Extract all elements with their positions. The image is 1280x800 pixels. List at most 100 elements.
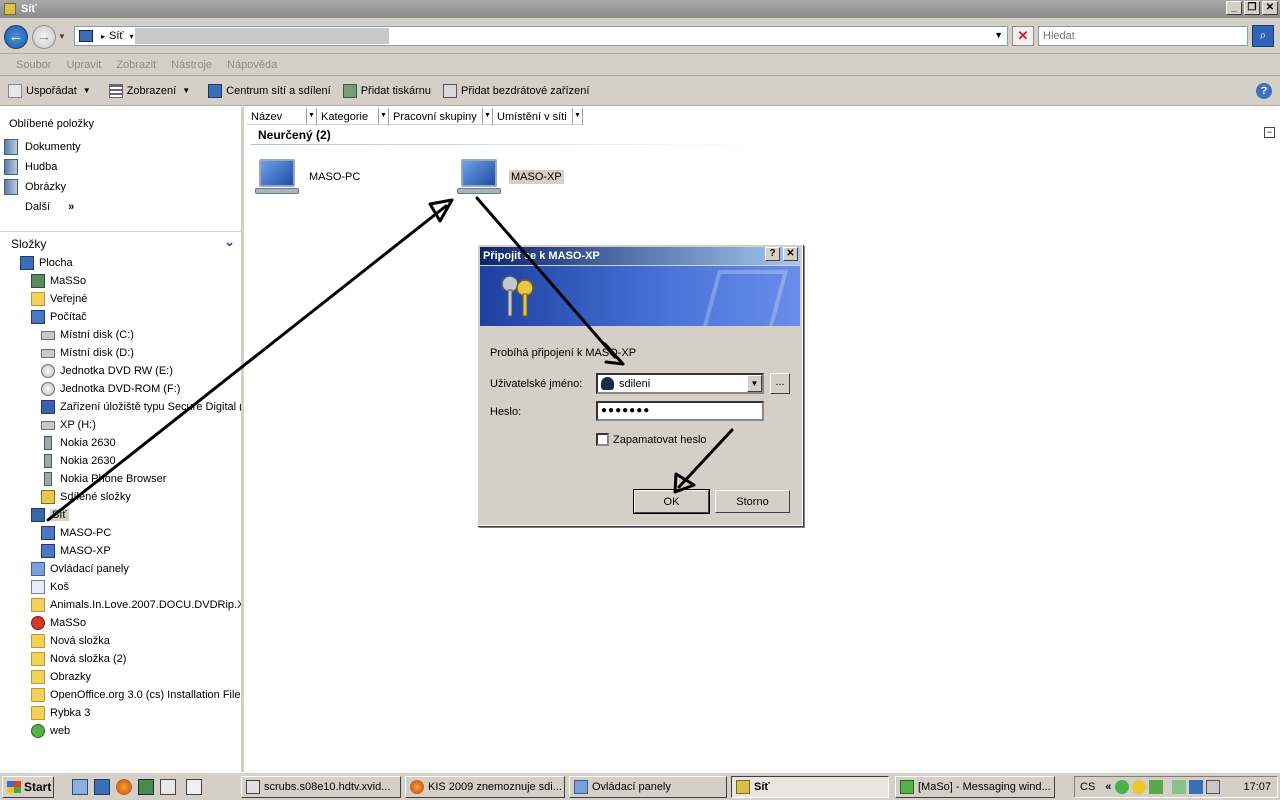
username-combobox[interactable]: sdileni ▼ — [596, 373, 764, 394]
start-button[interactable]: Start — [2, 776, 54, 798]
organize-button[interactable]: Uspořádat ▼ — [8, 83, 91, 98]
quicklaunch-desktop-icon[interactable] — [94, 779, 110, 795]
add-wireless-button[interactable]: Přidat bezdrátové zařízení — [443, 83, 589, 98]
ok-button[interactable]: OK — [633, 489, 710, 514]
tree-item-drive-h[interactable]: XP (H:) — [41, 416, 96, 434]
tree-item-maso-xp[interactable]: MASO-XP — [41, 542, 111, 560]
tree-item-openoffice[interactable]: OpenOffice.org 3.0 (cs) Installation Fil… — [31, 686, 241, 704]
quicklaunch-explorer-icon[interactable] — [72, 779, 88, 795]
language-indicator[interactable]: CS — [1080, 781, 1095, 793]
views-button[interactable]: Zobrazení ▼ — [108, 83, 190, 98]
device-icon[interactable] — [1172, 780, 1187, 794]
dialog-close-button[interactable]: ✕ — [783, 247, 798, 261]
favorite-pictures[interactable]: Obrázky — [4, 179, 66, 195]
chevron-down-icon[interactable]: ▼ — [572, 108, 582, 124]
stop-refresh-button[interactable]: ✕ — [1012, 26, 1034, 46]
tree-item-new-folder[interactable]: Nová složka — [31, 632, 110, 650]
forward-button[interactable]: → — [32, 25, 56, 49]
breadcrumb-separator-icon[interactable]: ▸ — [101, 32, 105, 41]
group-header[interactable]: Neurčený (2) — [258, 128, 331, 142]
menu-file[interactable]: Soubor — [16, 59, 51, 71]
tree-item-computer[interactable]: Počítač — [31, 308, 87, 326]
volume-icon[interactable] — [1206, 780, 1221, 794]
add-printer-button[interactable]: Přidat tiskárnu — [342, 83, 431, 98]
tree-item-rybka[interactable]: Rybka 3 — [31, 704, 90, 722]
chevron-down-icon[interactable]: ▼ — [747, 375, 762, 392]
quicklaunch-more-icon[interactable] — [186, 779, 202, 795]
close-button[interactable]: ✕ — [1262, 1, 1278, 15]
tree-item-control-panel[interactable]: Ovládací panely — [31, 560, 129, 578]
network-center-button[interactable]: Centrum sítí a sdílení — [208, 83, 331, 98]
search-icon[interactable]: ⌕ — [1252, 25, 1274, 47]
computer-item-maso-xp[interactable]: MASO-XP — [457, 157, 564, 197]
tree-item-network[interactable]: Síť — [31, 506, 69, 524]
address-field[interactable]: ▸ Síť ▾ ▼ — [74, 26, 1008, 46]
quicklaunch-app-icon[interactable] — [138, 779, 154, 795]
tray-expand-icon[interactable]: « — [1105, 781, 1111, 793]
icq-icon[interactable] — [1115, 780, 1130, 794]
tree-item-dvdrom[interactable]: Jednotka DVD-ROM (F:) — [41, 380, 180, 398]
task-firefox[interactable]: KIS 2009 znemoznuje sdi... — [405, 776, 565, 798]
folders-header[interactable]: Složky ⌄ — [0, 231, 241, 253]
search-input[interactable] — [1038, 26, 1248, 46]
network-status-icon[interactable] — [1189, 780, 1204, 794]
tree-item-drive-c[interactable]: Místní disk (C:) — [41, 326, 134, 344]
chevron-down-icon[interactable]: ▼ — [378, 108, 388, 124]
tree-item-phone-1[interactable]: Nokia 2630 — [41, 434, 116, 452]
messenger-icon[interactable] — [1132, 780, 1147, 794]
breadcrumb-network[interactable]: Síť — [109, 30, 124, 42]
quicklaunch-firefox-icon[interactable] — [116, 779, 132, 795]
minimize-button[interactable]: _ — [1226, 1, 1242, 15]
favorites-more-link[interactable]: Další » — [25, 201, 74, 213]
favorite-music[interactable]: Hudba — [4, 159, 57, 175]
favorite-documents[interactable]: Dokumenty — [4, 139, 81, 155]
history-dropdown-icon[interactable]: ▼ — [58, 32, 66, 41]
tree-item-obrazky[interactable]: Obrazky — [31, 668, 91, 686]
password-field[interactable]: ●●●●●●● — [596, 401, 764, 421]
chevron-down-icon[interactable]: ▼ — [482, 108, 492, 124]
remember-password-row[interactable]: Zapamatovat heslo — [596, 433, 707, 446]
tree-item-drive-d[interactable]: Místní disk (D:) — [41, 344, 134, 362]
maximize-button[interactable]: ❐ — [1244, 1, 1260, 15]
task-messaging[interactable]: [MaSo] - Messaging wind... — [895, 776, 1055, 798]
column-category[interactable]: Kategorie ▼ — [317, 108, 389, 125]
help-icon[interactable]: ? — [1256, 83, 1272, 99]
column-workgroup[interactable]: Pracovní skupiny ▼ — [389, 108, 493, 125]
column-location[interactable]: Umístění v síti ▼ — [493, 108, 583, 125]
tree-item-recycle-bin[interactable]: Koš — [31, 578, 69, 596]
task-scrubs[interactable]: scrubs.s08e10.hdtv.xvid... — [241, 776, 401, 798]
computer-item-maso-pc[interactable]: MASO-PC — [255, 157, 362, 197]
tree-item-public[interactable]: Veřejné — [31, 290, 87, 308]
menu-tools[interactable]: Nástroje — [171, 59, 212, 71]
tree-item-masso[interactable]: MaSSo — [31, 614, 86, 632]
tree-item-phone-browser[interactable]: Nokia Phone Browser — [41, 470, 166, 488]
antivirus-icon[interactable] — [1149, 780, 1164, 794]
task-control-panel[interactable]: Ovládací panely — [569, 776, 727, 798]
clock[interactable]: 17:07 — [1243, 781, 1271, 793]
breadcrumb-dropdown-icon[interactable]: ▾ — [130, 32, 134, 41]
collapse-icon[interactable]: − — [1264, 127, 1275, 138]
menu-view[interactable]: Zobrazit — [116, 59, 156, 71]
tree-item-phone-2[interactable]: Nokia 2630 — [41, 452, 116, 470]
tree-item-animals[interactable]: Animals.In.Love.2007.DOCU.DVDRip.XviD — [31, 596, 241, 614]
menu-help[interactable]: Nápověda — [227, 59, 277, 71]
tree-item-maso-pc[interactable]: MASO-PC — [41, 524, 111, 542]
menu-edit[interactable]: Upravit — [66, 59, 101, 71]
column-name[interactable]: Název ▼ — [247, 108, 317, 125]
back-button[interactable]: ← — [4, 25, 28, 49]
tree-item-shared[interactable]: Sdílené složky — [41, 488, 131, 506]
chevron-down-icon[interactable]: ⌄ — [224, 234, 235, 250]
tree-item-dvdrw[interactable]: Jednotka DVD RW (E:) — [41, 362, 173, 380]
cancel-button[interactable]: Storno — [715, 490, 790, 513]
tree-item-web[interactable]: web — [31, 722, 70, 740]
task-network[interactable]: Síť — [731, 776, 889, 798]
tree-item-user[interactable]: MaSSo — [31, 272, 86, 290]
tree-item-sd[interactable]: Zařízení úložiště typu Secure Digital (G… — [41, 398, 241, 416]
chevron-down-icon[interactable]: ▼ — [306, 108, 316, 124]
address-dropdown-icon[interactable]: ▼ — [994, 30, 1003, 40]
remember-password-checkbox[interactable] — [596, 433, 609, 446]
browse-button[interactable]: ... — [770, 373, 790, 394]
quicklaunch-window-icon[interactable] — [160, 779, 176, 795]
dialog-help-button[interactable]: ? — [765, 247, 780, 261]
tree-item-new-folder-2[interactable]: Nová složka (2) — [31, 650, 126, 668]
